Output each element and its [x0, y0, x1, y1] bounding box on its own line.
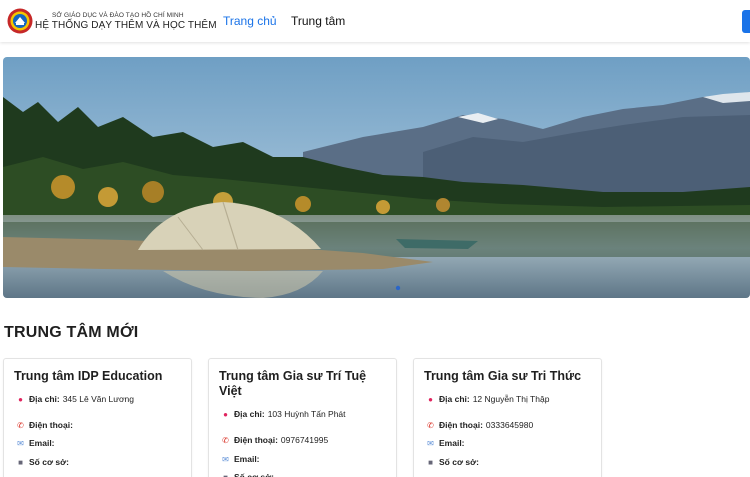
email-icon: ✉: [222, 454, 229, 464]
building-icon: ■: [428, 457, 433, 467]
facilities-label: Số cơ sở:: [439, 457, 479, 467]
address-value: 103 Huỳnh Tấn Phát: [267, 409, 346, 419]
phone-label: Điện thoại:: [234, 435, 278, 445]
facilities-row: ■ Số cơ sở:: [15, 457, 72, 467]
landscape-image: [3, 57, 750, 298]
center-card[interactable]: Trung tâm Gia sư Tri Thức ● Địa chỉ: 12 …: [413, 358, 602, 477]
phone-label: Điện thoại:: [439, 420, 483, 430]
top-header: SỞ GIÁO DỤC VÀ ĐÀO TẠO HỒ CHÍ MINH HỆ TH…: [0, 0, 750, 42]
section-title-new-centers: TRUNG TÂM MỚI: [4, 324, 139, 341]
facilities-label: Số cơ sở:: [29, 457, 69, 467]
facilities-row: ■ Số cơ sở:: [425, 457, 482, 467]
phone-value: 0333645980: [485, 420, 534, 430]
phone-row: ✆ Điện thoại: 0976741995: [220, 435, 328, 445]
phone-icon: ✆: [17, 420, 24, 430]
address-row: ● Địa chỉ: 345 Lê Văn Lương: [15, 394, 134, 404]
center-card[interactable]: Trung tâm IDP Education ● Địa chỉ: 345 L…: [3, 358, 192, 477]
phone-icon: ✆: [427, 420, 434, 430]
hero-banner: [3, 57, 750, 298]
location-pin-icon: ●: [18, 394, 23, 404]
address-value: 345 Lê Văn Lương: [62, 394, 134, 404]
phone-row: ✆ Điện thoại:: [15, 420, 76, 430]
center-name[interactable]: Trung tâm IDP Education: [14, 369, 184, 384]
header-action-button[interactable]: [742, 10, 750, 33]
building-icon: ■: [18, 457, 23, 467]
address-label: Địa chỉ:: [439, 394, 470, 404]
building-icon: ■: [223, 472, 228, 477]
center-card[interactable]: Trung tâm Gia sư Trí Tuệ Việt ● Địa chỉ:…: [208, 358, 397, 477]
facilities-label: Số cơ sở:: [234, 472, 274, 477]
address-label: Địa chỉ:: [234, 409, 265, 419]
education-emblem-icon[interactable]: [7, 8, 33, 34]
email-row: ✉ Email:: [220, 454, 263, 464]
email-icon: ✉: [427, 438, 434, 448]
phone-row: ✆ Điện thoại: 0333645980: [425, 420, 533, 430]
address-label: Địa chỉ:: [29, 394, 60, 404]
address-value: 12 Nguyễn Thị Thập: [472, 394, 550, 404]
phone-icon: ✆: [222, 435, 229, 445]
facilities-row: ■ Số cơ sở:: [220, 472, 277, 477]
email-row: ✉ Email:: [425, 438, 468, 448]
email-row: ✉ Email:: [15, 438, 58, 448]
system-title: HỆ THỐNG DẠY THÊM VÀ HỌC THÊM: [35, 20, 217, 31]
address-row: ● Địa chỉ: 12 Nguyễn Thị Thập: [425, 394, 549, 404]
phone-label: Điện thoại:: [29, 420, 73, 430]
email-label: Email:: [29, 438, 55, 448]
location-pin-icon: ●: [223, 409, 228, 419]
nav-home-link[interactable]: Trang chủ: [223, 14, 277, 28]
phone-value: 0976741995: [280, 435, 329, 445]
center-name[interactable]: Trung tâm Gia sư Tri Thức: [424, 369, 594, 384]
address-row: ● Địa chỉ: 103 Huỳnh Tấn Phát: [220, 409, 346, 419]
email-icon: ✉: [17, 438, 24, 448]
email-label: Email:: [439, 438, 465, 448]
org-parent-name: SỞ GIÁO DỤC VÀ ĐÀO TẠO HỒ CHÍ MINH: [52, 12, 184, 19]
email-label: Email:: [234, 454, 260, 464]
nav-centers-link[interactable]: Trung tâm: [291, 14, 345, 28]
location-pin-icon: ●: [428, 394, 433, 404]
center-name[interactable]: Trung tâm Gia sư Trí Tuệ Việt: [219, 369, 389, 399]
